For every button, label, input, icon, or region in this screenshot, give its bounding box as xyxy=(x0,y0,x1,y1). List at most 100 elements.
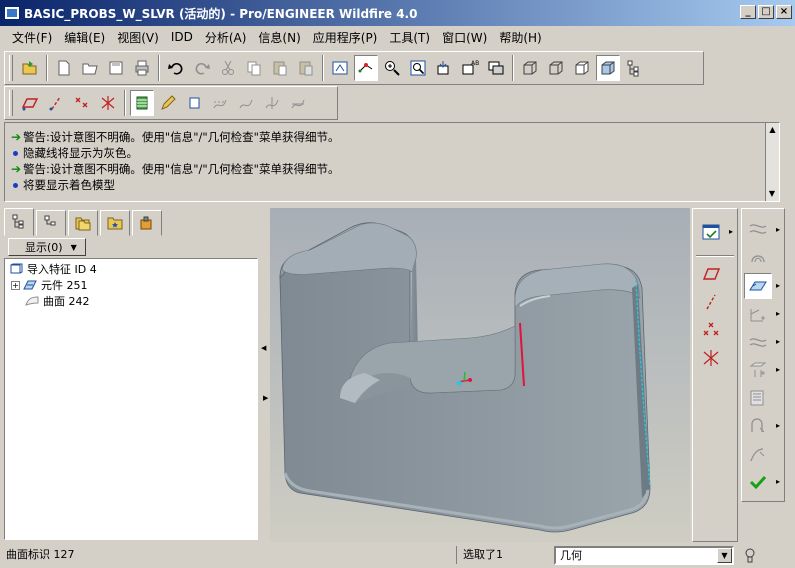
dropdown-arrow-icon[interactable]: ▸ xyxy=(776,477,780,486)
extend-button[interactable] xyxy=(744,301,772,327)
wireframe-button[interactable] xyxy=(518,55,542,81)
offset-button[interactable] xyxy=(744,273,772,299)
menu-view[interactable]: 视图(V) xyxy=(111,29,165,46)
graphics-window[interactable] xyxy=(270,208,690,542)
open-button[interactable] xyxy=(78,55,102,81)
new-button[interactable] xyxy=(52,55,76,81)
accept-button[interactable] xyxy=(744,469,772,495)
redo-button[interactable] xyxy=(190,55,214,81)
expand-right-arrow-icon[interactable]: ▶ xyxy=(263,394,268,402)
datum-axis-icon xyxy=(706,294,716,310)
tree-item[interactable]: 曲面 242 xyxy=(9,293,253,309)
csys-tool-button[interactable] xyxy=(697,345,725,371)
editing-toolbar: ▸ ▸ ▸ ▸ ▸ ▸ ▸ xyxy=(741,208,785,502)
selection-filter-dropdown[interactable]: 几何 ▼ xyxy=(554,546,734,565)
spin-center-button[interactable] xyxy=(130,90,154,116)
extrude-button[interactable] xyxy=(182,90,206,116)
menu-help[interactable]: 帮助(H) xyxy=(493,29,547,46)
layers-button[interactable] xyxy=(484,55,508,81)
scroll-down-arrow-icon[interactable]: ▼ xyxy=(766,187,778,201)
datum-display-button[interactable] xyxy=(354,55,378,81)
curve-icon xyxy=(213,99,227,109)
collapse-left-arrow-icon[interactable]: ◀ xyxy=(261,344,266,352)
expand-toggle[interactable]: + xyxy=(11,280,20,290)
toolbar-grip[interactable] xyxy=(9,55,13,81)
dropdown-arrow-icon: ▼ xyxy=(70,242,77,252)
dropdown-arrow-icon[interactable]: ▸ xyxy=(776,337,780,346)
solidify-button[interactable] xyxy=(744,413,772,439)
dropdown-arrow-icon[interactable]: ▸ xyxy=(729,227,733,236)
datum-axis-tool-button[interactable] xyxy=(697,289,725,315)
light-bulb-icon[interactable] xyxy=(744,547,756,565)
curve-button-4[interactable] xyxy=(286,90,310,116)
menu-window[interactable]: 窗口(W) xyxy=(436,29,493,46)
undo-button[interactable] xyxy=(164,55,188,81)
intersect-button[interactable] xyxy=(744,329,772,355)
panel-splitter[interactable]: ◀ ▶ xyxy=(260,208,270,542)
tab-folder-browser[interactable] xyxy=(68,210,98,236)
reorient-button[interactable] xyxy=(432,55,456,81)
point-display-button[interactable] xyxy=(70,90,94,116)
3d-model[interactable] xyxy=(270,208,690,542)
menu-file[interactable]: 文件(F) xyxy=(6,29,58,46)
toolbar-grip[interactable] xyxy=(9,90,13,116)
paste-special-button[interactable] xyxy=(294,55,318,81)
trim-button[interactable] xyxy=(744,245,772,271)
axis-display-button[interactable] xyxy=(44,90,68,116)
dropdown-arrow-icon[interactable]: ▸ xyxy=(776,281,780,290)
close-button[interactable]: × xyxy=(776,5,792,19)
paste-button[interactable] xyxy=(268,55,292,81)
copy-button[interactable] xyxy=(242,55,266,81)
dropdown-arrow-icon[interactable]: ▼ xyxy=(717,548,732,563)
tab-layer-tree[interactable] xyxy=(36,210,66,236)
sketch-button[interactable] xyxy=(156,90,180,116)
dropdown-arrow-icon[interactable]: ▸ xyxy=(776,365,780,374)
minimize-button[interactable]: _ xyxy=(740,5,756,19)
model-tree-toggle-button[interactable] xyxy=(622,55,646,81)
dropdown-arrow-icon[interactable]: ▸ xyxy=(776,225,780,234)
curve-button-3[interactable] xyxy=(260,90,284,116)
curve-button-1[interactable] xyxy=(208,90,232,116)
menu-applications[interactable]: 应用程序(P) xyxy=(307,29,384,46)
print-button[interactable] xyxy=(130,55,154,81)
maximize-button[interactable]: □ xyxy=(758,5,774,19)
tree-item[interactable]: + 元件 251 xyxy=(9,277,253,293)
app-icon[interactable] xyxy=(4,6,20,20)
thicken-button[interactable] xyxy=(744,385,772,411)
plane-display-button[interactable] xyxy=(18,90,42,116)
merge-button[interactable] xyxy=(744,217,772,243)
menu-idd[interactable]: IDD xyxy=(165,30,199,44)
project-button[interactable] xyxy=(744,357,772,383)
datum-plane-tool-button[interactable] xyxy=(697,261,725,287)
select-filter-button[interactable] xyxy=(697,219,725,245)
shading-button[interactable] xyxy=(596,55,620,81)
csys-display-button[interactable] xyxy=(96,90,120,116)
menu-analysis[interactable]: 分析(A) xyxy=(199,29,253,46)
zoom-in-button[interactable] xyxy=(380,55,404,81)
hidden-line-button[interactable] xyxy=(544,55,568,81)
save-button[interactable] xyxy=(104,55,128,81)
menu-tools[interactable]: 工具(T) xyxy=(383,29,436,46)
zoom-fit-button[interactable] xyxy=(406,55,430,81)
dropdown-arrow-icon[interactable]: ▸ xyxy=(776,309,780,318)
dropdown-arrow-icon[interactable]: ▸ xyxy=(776,421,780,430)
curve-button-2[interactable] xyxy=(234,90,258,116)
cut-button[interactable] xyxy=(216,55,240,81)
message-scrollbar[interactable]: ▲ ▼ xyxy=(765,123,779,201)
set-working-directory-button[interactable] xyxy=(18,55,42,81)
show-dropdown-button[interactable]: 显示(0) ▼ xyxy=(8,238,86,256)
scroll-up-arrow-icon[interactable]: ▲ xyxy=(766,123,779,137)
regenerate-button[interactable] xyxy=(328,55,352,81)
tab-model-tree[interactable] xyxy=(4,208,34,236)
layer-tree-icon xyxy=(44,215,56,226)
green-checkmark-icon xyxy=(749,475,767,490)
tab-favorites[interactable] xyxy=(100,210,130,236)
tree-item[interactable]: 导入特征 ID 4 xyxy=(9,261,253,277)
tab-connections[interactable] xyxy=(132,210,162,236)
datum-point-tool-button[interactable] xyxy=(697,317,725,343)
menu-info[interactable]: 信息(N) xyxy=(252,29,306,46)
menu-edit[interactable]: 编辑(E) xyxy=(58,29,111,46)
no-hidden-button[interactable] xyxy=(570,55,594,81)
saved-views-button[interactable]: AB xyxy=(458,55,482,81)
sketch-tool-button[interactable] xyxy=(744,441,772,467)
